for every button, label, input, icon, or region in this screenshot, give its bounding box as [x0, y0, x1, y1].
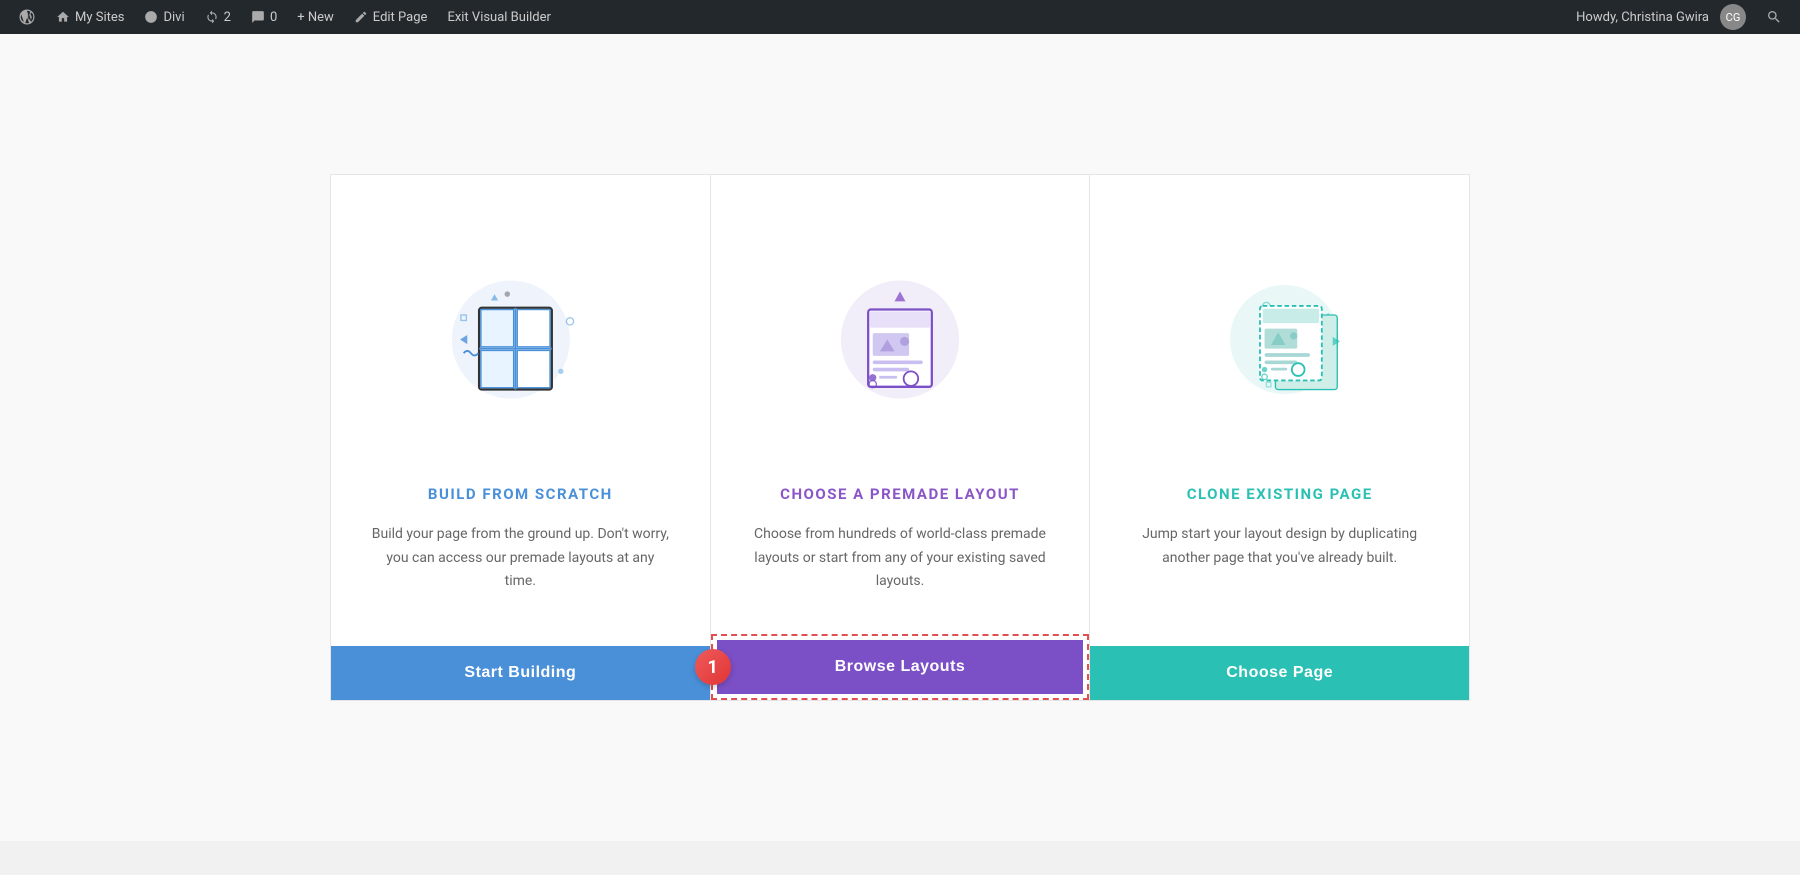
badge-circle: 1: [695, 649, 731, 685]
main-content: BUILD FROM SCRATCH Build your page from …: [0, 34, 1800, 841]
comments-count: 0: [270, 10, 277, 25]
divi-icon: [144, 10, 158, 24]
choose-page-button[interactable]: Choose Page: [1090, 646, 1469, 700]
home-icon: [56, 10, 70, 24]
wordpress-home-link[interactable]: [8, 0, 46, 34]
comments-icon: [251, 10, 265, 24]
clone-description: Jump start your layout design by duplica…: [1130, 523, 1429, 606]
scratch-illustration: [410, 225, 630, 445]
updates-count: 2: [224, 10, 231, 25]
edit-icon: [354, 10, 368, 24]
card-clone: CLONE EXISTING PAGE Jump start your layo…: [1090, 174, 1470, 701]
premade-illustration: [790, 225, 1010, 445]
search-icon: [1766, 9, 1782, 25]
my-sites-label: My Sites: [75, 10, 124, 25]
nav-right: Howdy, Christina Gwira CG: [1566, 4, 1792, 30]
divi-link[interactable]: Divi: [134, 0, 194, 34]
edit-page-label: Edit Page: [373, 10, 428, 25]
exit-builder-link[interactable]: Exit Visual Builder: [437, 0, 560, 34]
updates-link[interactable]: 2: [195, 0, 241, 34]
avatar: CG: [1720, 4, 1746, 30]
premade-title: CHOOSE A PREMADE LAYOUT: [780, 485, 1020, 503]
wordpress-icon: [18, 8, 36, 26]
new-label: + New: [297, 10, 334, 25]
divi-label: Divi: [163, 10, 184, 25]
scratch-title: BUILD FROM SCRATCH: [428, 485, 613, 503]
premade-description: Choose from hundreds of world-class prem…: [751, 523, 1050, 594]
premade-footer: 1 Browse Layouts: [711, 634, 1090, 700]
browse-layouts-button[interactable]: Browse Layouts: [717, 640, 1084, 694]
clone-illustration: [1170, 225, 1390, 445]
browse-btn-wrapper: 1 Browse Layouts: [711, 634, 1090, 700]
search-link[interactable]: [1756, 9, 1792, 25]
top-navbar: My Sites Divi 2 0 + New Edit Page Exit V…: [0, 0, 1800, 34]
exit-builder-label: Exit Visual Builder: [447, 10, 550, 25]
clone-footer: Choose Page: [1090, 646, 1469, 700]
new-link[interactable]: + New: [287, 0, 344, 34]
my-sites-link[interactable]: My Sites: [46, 0, 134, 34]
updates-icon: [205, 10, 219, 24]
cards-container: BUILD FROM SCRATCH Build your page from …: [330, 174, 1470, 701]
scratch-description: Build your page from the ground up. Don'…: [371, 523, 670, 606]
edit-page-link[interactable]: Edit Page: [344, 0, 438, 34]
card-premade: CHOOSE A PREMADE LAYOUT Choose from hund…: [710, 174, 1091, 701]
clone-title: CLONE EXISTING PAGE: [1187, 485, 1373, 503]
scratch-footer: Start Building: [331, 646, 710, 700]
start-building-button[interactable]: Start Building: [331, 646, 710, 700]
comments-link[interactable]: 0: [241, 0, 287, 34]
user-greeting-link[interactable]: Howdy, Christina Gwira CG: [1566, 4, 1756, 30]
user-greeting: Howdy, Christina Gwira: [1576, 10, 1709, 25]
card-scratch: BUILD FROM SCRATCH Build your page from …: [330, 174, 710, 701]
